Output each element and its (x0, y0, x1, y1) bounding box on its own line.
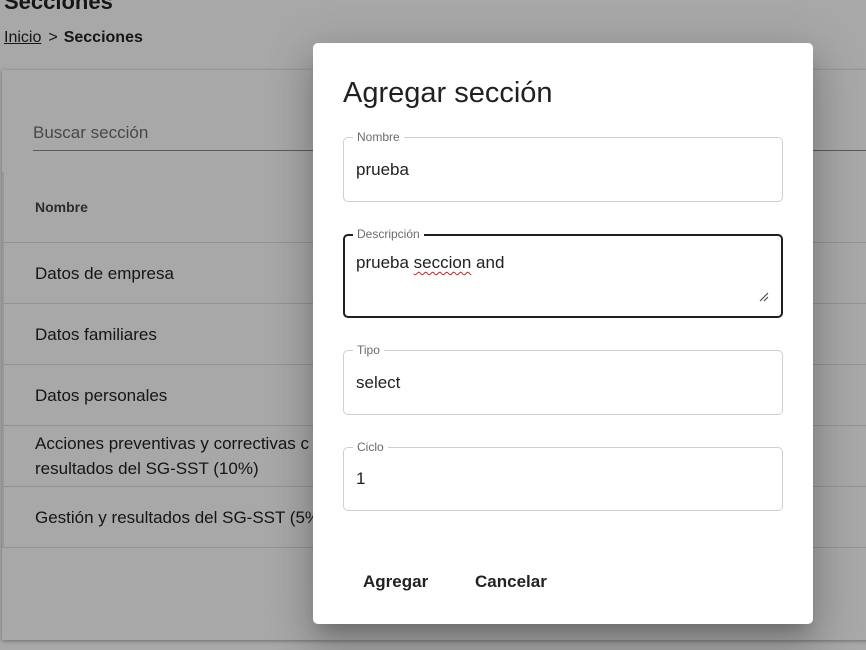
descripcion-textarea[interactable]: prueba seccion and (356, 253, 759, 308)
ciclo-input[interactable] (356, 448, 770, 510)
add-button[interactable]: Agregar (343, 562, 448, 602)
descripcion-text: and (471, 253, 505, 272)
descripcion-field[interactable]: Descripción prueba seccion and (343, 226, 783, 318)
add-section-dialog: Agregar sección Nombre Descripción prueb… (313, 43, 813, 624)
dialog-title: Agregar sección (343, 77, 553, 109)
resize-handle-icon[interactable] (759, 292, 769, 302)
descripcion-text: prueba (356, 253, 414, 272)
tipo-field[interactable]: Tipo (343, 342, 783, 415)
cancel-button[interactable]: Cancelar (455, 562, 567, 602)
nombre-field[interactable]: Nombre (343, 129, 783, 202)
descripcion-label: Descripción (353, 226, 424, 242)
nombre-input[interactable] (356, 138, 770, 201)
descripcion-misspelled-word: seccion (413, 253, 472, 272)
tipo-input[interactable] (356, 351, 770, 414)
ciclo-field[interactable]: Ciclo (343, 439, 783, 511)
